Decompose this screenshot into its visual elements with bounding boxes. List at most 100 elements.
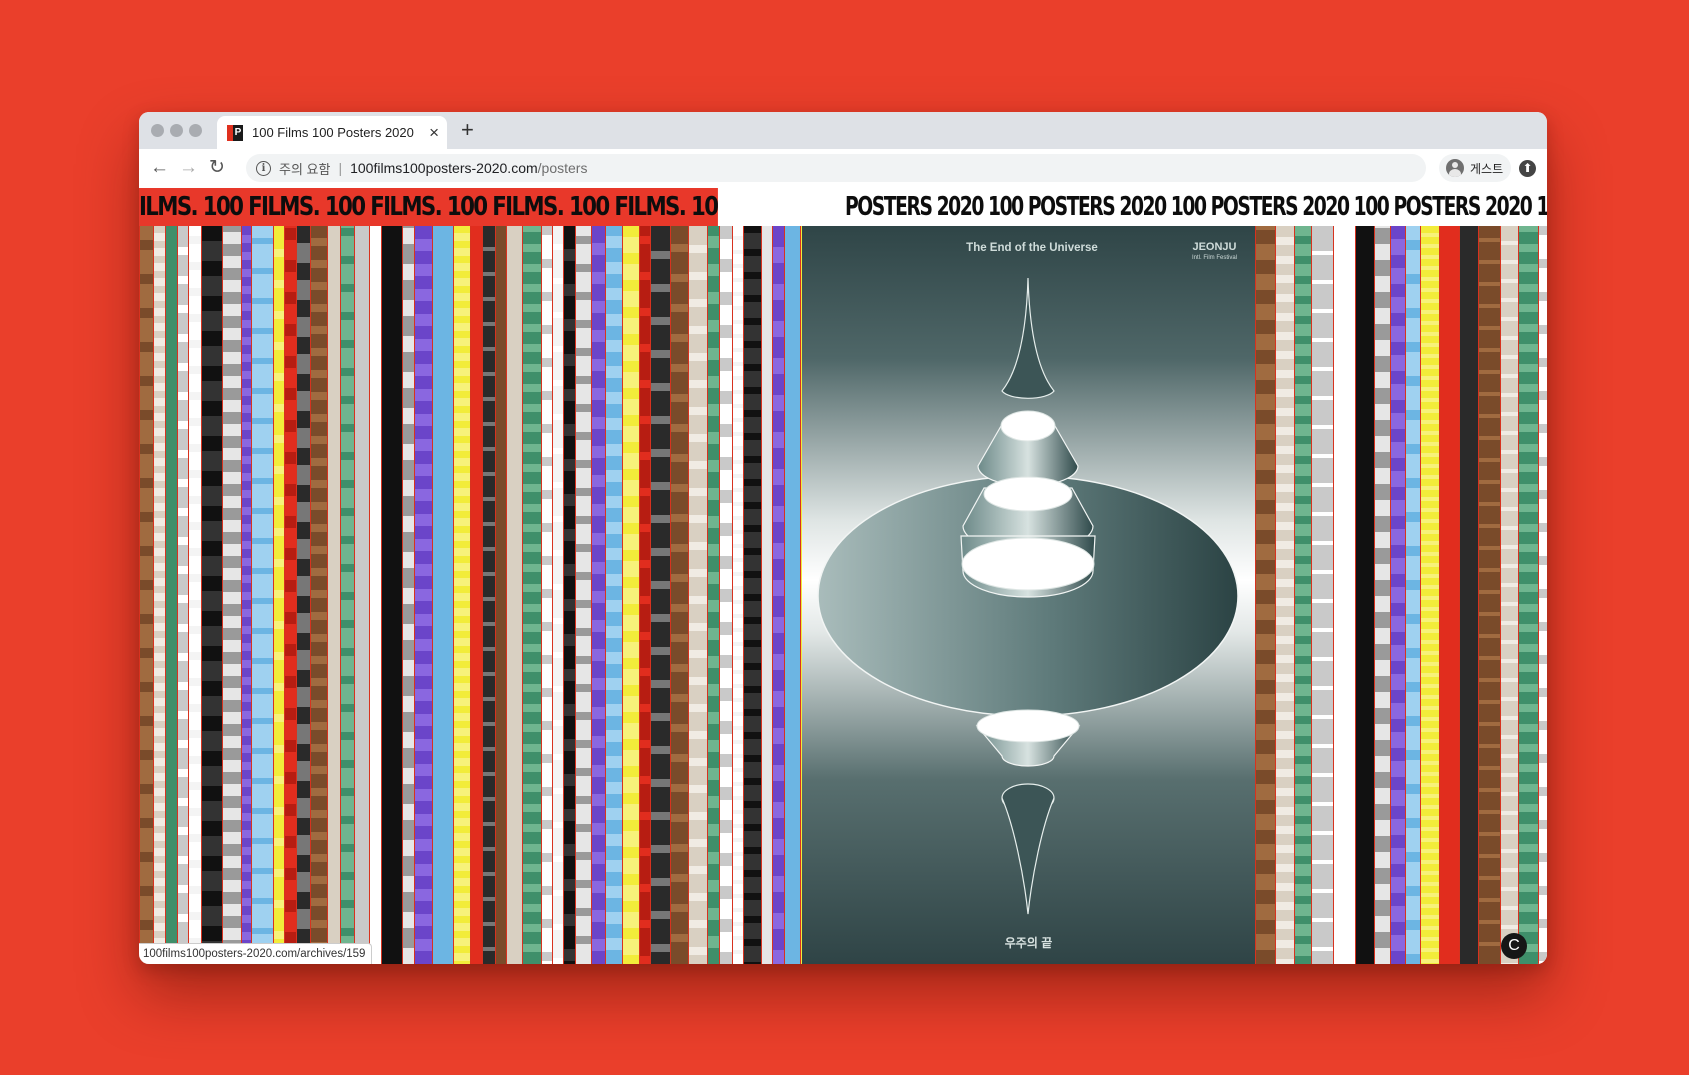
poster-strip[interactable] bbox=[153, 226, 165, 964]
poster-strip[interactable] bbox=[541, 226, 552, 964]
poster-strip[interactable] bbox=[575, 226, 591, 964]
zoom-window-dot[interactable] bbox=[189, 124, 202, 137]
poster-strip[interactable] bbox=[622, 226, 639, 964]
poster-strip[interactable] bbox=[495, 226, 506, 964]
poster-strip[interactable] bbox=[1255, 226, 1275, 964]
profile-button[interactable]: 게스트 bbox=[1439, 154, 1511, 182]
poster-strip[interactable] bbox=[1390, 226, 1405, 964]
poster-strip[interactable] bbox=[552, 226, 563, 964]
poster-strip[interactable] bbox=[688, 226, 707, 964]
poster-strip[interactable] bbox=[1518, 226, 1538, 964]
poster-korean-title: 우주의 끝 bbox=[1004, 936, 1053, 950]
poster-strip[interactable] bbox=[222, 226, 241, 964]
poster-strip[interactable] bbox=[605, 226, 622, 964]
poster-strip[interactable] bbox=[772, 226, 784, 964]
status-bar-link: 100films100posters-2020.com/archives/159 bbox=[139, 943, 373, 964]
active-tab[interactable]: P 100 Films 100 Posters 2020 × bbox=[217, 116, 447, 149]
poster-strip[interactable] bbox=[732, 226, 743, 964]
info-icon[interactable]: i bbox=[256, 160, 271, 176]
poster-strip[interactable] bbox=[402, 226, 414, 964]
poster-strip[interactable] bbox=[784, 226, 800, 964]
poster-strip[interactable] bbox=[639, 226, 650, 964]
poster-strip[interactable] bbox=[273, 226, 284, 964]
poster-strip[interactable] bbox=[327, 226, 340, 964]
update-icon[interactable]: ⬆ bbox=[1519, 160, 1536, 177]
poster-strip[interactable] bbox=[1420, 226, 1439, 964]
poster-strip[interactable] bbox=[310, 226, 327, 964]
poster-strips-right bbox=[1255, 226, 1547, 964]
poster-strip[interactable] bbox=[369, 226, 381, 964]
floating-corner-button[interactable]: C bbox=[1501, 933, 1527, 959]
poster-strip[interactable] bbox=[1294, 226, 1311, 964]
close-window-dot[interactable] bbox=[151, 124, 164, 137]
poster-title: The End of the Universe bbox=[966, 242, 1098, 254]
poster-strips-left bbox=[139, 226, 802, 964]
poster-strip[interactable] bbox=[414, 226, 432, 964]
new-tab-button[interactable]: + bbox=[461, 117, 474, 143]
guest-avatar-icon bbox=[1446, 159, 1464, 177]
site-favicon-icon: P bbox=[227, 124, 243, 141]
poster-strip[interactable] bbox=[506, 226, 522, 964]
poster-strip[interactable] bbox=[1405, 226, 1420, 964]
poster-strip[interactable] bbox=[650, 226, 670, 964]
browser-window: P 100 Films 100 Posters 2020 × + ← → ↻ i… bbox=[139, 112, 1547, 964]
url-host[interactable]: 100films100posters-2020.com bbox=[350, 160, 538, 176]
back-button[interactable]: ← bbox=[150, 157, 169, 179]
url-path[interactable]: /posters bbox=[538, 160, 588, 176]
poster-strip[interactable] bbox=[177, 226, 188, 964]
poster-festival-sub: Intl. Film Festival bbox=[1191, 255, 1237, 261]
poster-strip[interactable] bbox=[201, 226, 222, 964]
browser-toolbar: ← → ↻ i 주의 요함 | 100films100posters-2020.… bbox=[139, 149, 1547, 189]
poster-strip[interactable] bbox=[591, 226, 605, 964]
poster-festival: JEONJU Intl. Film Festival bbox=[1192, 242, 1237, 264]
poster-strip[interactable] bbox=[743, 226, 761, 964]
poster-festival-name: JEONJU bbox=[1192, 241, 1237, 253]
poster-strip[interactable] bbox=[139, 226, 153, 964]
featured-poster[interactable]: The End of the Universe JEONJU Intl. Fil… bbox=[802, 226, 1255, 964]
page-content: ILMS. 100 FILMS. 100 FILMS. 100 FILMS. 1… bbox=[139, 188, 1547, 964]
tab-close-icon[interactable]: × bbox=[429, 124, 439, 141]
poster-strip[interactable] bbox=[470, 226, 482, 964]
poster-strip[interactable] bbox=[296, 226, 310, 964]
address-bar[interactable]: i 주의 요함 | 100films100posters-2020.com/po… bbox=[246, 154, 1426, 182]
poster-strip[interactable] bbox=[1459, 226, 1478, 964]
omnibox-divider: | bbox=[338, 160, 343, 176]
poster-strip[interactable] bbox=[453, 226, 470, 964]
poster-strip[interactable] bbox=[1500, 226, 1518, 964]
poster-strip[interactable] bbox=[563, 226, 575, 964]
poster-strip[interactable] bbox=[719, 226, 732, 964]
poster-strip[interactable] bbox=[340, 226, 354, 964]
poster-strip[interactable] bbox=[165, 226, 177, 964]
poster-strip[interactable] bbox=[482, 226, 495, 964]
poster-strip[interactable] bbox=[1478, 226, 1500, 964]
poster-strip[interactable] bbox=[241, 226, 251, 964]
poster-strip[interactable] bbox=[1333, 226, 1355, 964]
poster-strip[interactable] bbox=[670, 226, 688, 964]
poster-strip[interactable] bbox=[188, 226, 201, 964]
banner-posters: POSTERS 2020 100 POSTERS 2020 100 POSTER… bbox=[845, 188, 1547, 226]
poster-strip[interactable] bbox=[761, 226, 772, 964]
poster-strip[interactable] bbox=[1374, 226, 1390, 964]
poster-strip[interactable] bbox=[1275, 226, 1294, 964]
banner-films-text: ILMS. 100 FILMS. 100 FILMS. 100 FILMS. 1… bbox=[139, 188, 718, 226]
poster-strip[interactable] bbox=[1439, 226, 1459, 964]
poster-strip[interactable] bbox=[354, 226, 369, 964]
reload-button[interactable]: ↻ bbox=[209, 157, 225, 179]
cone-illustration bbox=[817, 277, 1239, 915]
poster-strip[interactable] bbox=[522, 226, 541, 964]
poster-strip[interactable] bbox=[707, 226, 719, 964]
marquee-banner: ILMS. 100 FILMS. 100 FILMS. 100 FILMS. 1… bbox=[139, 188, 1547, 226]
poster-strip[interactable] bbox=[381, 226, 402, 964]
banner-posters-text: POSTERS 2020 100 POSTERS 2020 100 POSTER… bbox=[845, 192, 1547, 222]
poster-strip[interactable] bbox=[251, 226, 273, 964]
poster-strip[interactable] bbox=[1311, 226, 1333, 964]
tab-bar: P 100 Films 100 Posters 2020 × + bbox=[139, 112, 1547, 149]
tab-title: 100 Films 100 Posters 2020 bbox=[252, 125, 414, 140]
security-warning[interactable]: 주의 요함 bbox=[279, 159, 330, 178]
forward-button[interactable]: → bbox=[179, 157, 198, 179]
poster-strip[interactable] bbox=[284, 226, 296, 964]
poster-strip[interactable] bbox=[1355, 226, 1374, 964]
minimize-window-dot[interactable] bbox=[170, 124, 183, 137]
poster-strip[interactable] bbox=[432, 226, 453, 964]
poster-strip[interactable] bbox=[1538, 226, 1547, 964]
